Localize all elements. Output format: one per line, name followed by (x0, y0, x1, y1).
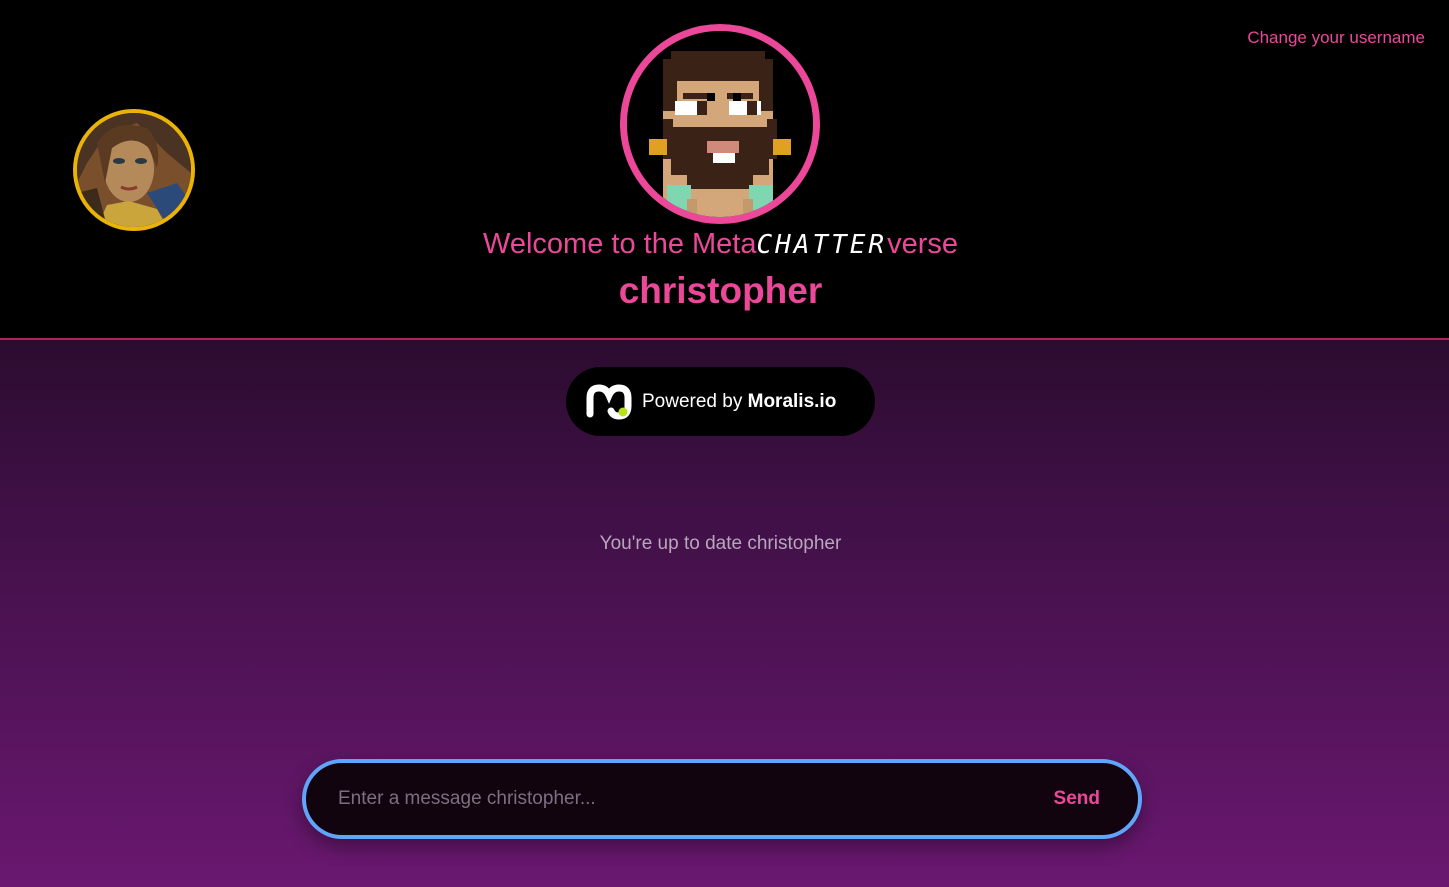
welcome-heading: Welcome to the MetaCHATTERverse (0, 228, 1441, 261)
welcome-prefix: Welcome to the Meta (483, 228, 757, 260)
powered-by-prefix: Powered by (642, 390, 748, 412)
welcome-brand: CHATTER (756, 230, 888, 260)
powered-by-brand: Moralis.io (747, 390, 837, 412)
send-button[interactable]: Send (1048, 787, 1106, 811)
moralis-logo-icon (586, 383, 632, 420)
change-username-link[interactable]: Change your username (1247, 28, 1425, 48)
main-avatar[interactable] (620, 24, 820, 224)
pixel-avatar-icon (627, 31, 813, 217)
portrait-painting-icon (77, 113, 191, 227)
message-composer: Send (302, 759, 1142, 839)
chat-status-text: You're up to date christopher (599, 533, 842, 554)
message-input[interactable] (336, 787, 1028, 811)
powered-by-text: Powered by Moralis.io (642, 391, 836, 413)
welcome-suffix: verse (887, 228, 958, 260)
side-avatar[interactable] (73, 109, 195, 231)
header: Change your username Welcome to the Meta… (0, 0, 1449, 340)
powered-by-badge[interactable]: Powered by Moralis.io (566, 367, 875, 436)
username-title: christopher (618, 270, 823, 311)
